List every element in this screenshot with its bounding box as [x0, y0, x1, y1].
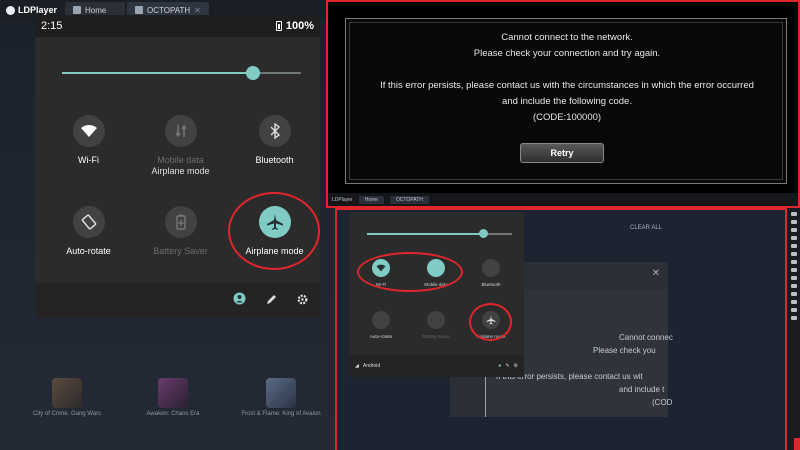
tile-battery-saver[interactable]: Battery Saver	[133, 206, 228, 257]
mobile-data-icon	[164, 115, 197, 147]
app-frost-flame[interactable]: Frost & Flame: King of Avalon	[241, 378, 321, 417]
user-icon[interactable]	[233, 292, 246, 310]
app-thumbnail	[52, 378, 82, 408]
battery-saver-icon	[427, 311, 445, 329]
highlight-circle-airplane-mini	[469, 303, 512, 341]
battery-status: 100%	[275, 20, 314, 32]
tile-mobile-data[interactable]: Mobile data Airplane mode	[133, 115, 228, 177]
tile-battery-saver[interactable]: Battery Saver	[407, 311, 465, 339]
emulator-side-toolbar	[787, 208, 800, 450]
clear-all-button[interactable]: CLEAR ALL	[630, 225, 662, 231]
close-icon[interactable]: ✕	[652, 268, 660, 279]
tile-auto-rotate[interactable]: Auto-rotate	[41, 206, 136, 257]
error-line-1: Cannot connect to the network.	[501, 32, 633, 43]
tile-wifi[interactable]: Wi-Fi	[41, 115, 136, 166]
app-city-of-crime[interactable]: City of Crime: Gang Wars	[27, 378, 107, 417]
toolbar-icon[interactable]	[790, 316, 797, 320]
close-tab-icon[interactable]: ✕	[194, 6, 201, 15]
tile-auto-rotate[interactable]: Auto-rotate	[352, 311, 410, 339]
mini-ldplayer-bar: LDPlayer Home OCTOPATH	[328, 193, 798, 206]
quick-settings-panel: 2:15 100% Wi-Fi Mobile data Airplane mod…	[35, 15, 320, 318]
edit-icon[interactable]	[266, 292, 277, 310]
auto-rotate-icon	[372, 311, 390, 329]
auto-rotate-icon	[72, 206, 105, 238]
logo-icon	[6, 5, 15, 15]
error-line-3: If this error persists, please contact u…	[380, 80, 754, 91]
toolbar-icon[interactable]	[790, 244, 797, 248]
game-icon	[135, 6, 144, 14]
error-code: (CODE:100000)	[532, 112, 602, 123]
battery-saver-icon	[164, 206, 197, 238]
toolbar-icon[interactable]	[790, 236, 797, 240]
brightness-knob[interactable]	[479, 229, 488, 238]
settings-gear-icon[interactable]	[297, 292, 308, 310]
toolbar-icon[interactable]	[790, 284, 797, 288]
mini-quick-settings-panel: Wi-Fi Mobile data Bluetooth Auto-rotate …	[349, 212, 524, 377]
bluetooth-icon	[258, 115, 291, 147]
edit-icon[interactable]: ✎	[505, 363, 509, 369]
status-bar: 2:15 100%	[35, 15, 320, 37]
highlight-circle-airplane	[228, 192, 320, 270]
app-thumbnail	[158, 378, 188, 408]
toolbar-icon[interactable]	[790, 252, 797, 256]
toolbar-icon[interactable]	[790, 268, 797, 272]
app-awaken[interactable]: Awaken: Chaos Era	[133, 378, 213, 417]
mini-quick-settings-footer: ◢ Android ● ✎ ⚙	[349, 354, 524, 377]
settings-gear-icon[interactable]: ⚙	[514, 363, 518, 369]
clock: 2:15	[41, 20, 63, 32]
ldplayer-logo: LDPlayer	[0, 5, 63, 15]
toolbar-icon[interactable]	[790, 308, 797, 312]
retry-button[interactable]: Retry	[520, 143, 604, 163]
quick-settings-footer	[35, 283, 320, 318]
battery-icon	[275, 21, 282, 31]
bluetooth-icon	[482, 259, 500, 277]
brightness-knob[interactable]	[246, 66, 261, 80]
tile-bluetooth[interactable]: Bluetooth	[462, 259, 520, 287]
toolbar-icon[interactable]	[790, 292, 797, 296]
highlight-circle-wifi-data	[357, 252, 463, 292]
app-thumbnail	[266, 378, 296, 408]
toolbar-icon[interactable]	[790, 276, 797, 280]
toolbar-highlight	[794, 438, 800, 450]
toolbar-icon[interactable]	[790, 220, 797, 224]
tile-bluetooth[interactable]: Bluetooth	[227, 115, 322, 166]
toolbar-icon[interactable]	[790, 300, 797, 304]
wifi-icon	[72, 115, 105, 147]
error-line-2: Please check your connection and try aga…	[473, 48, 661, 59]
home-icon	[73, 6, 82, 14]
user-icon[interactable]: ●	[498, 363, 501, 369]
toolbar-icon[interactable]	[790, 228, 797, 232]
toolbar-icon[interactable]	[790, 212, 797, 216]
signal-icon: ◢	[355, 362, 359, 369]
toolbar-icon[interactable]	[790, 260, 797, 264]
error-line-4: and include the following code.	[502, 96, 632, 107]
